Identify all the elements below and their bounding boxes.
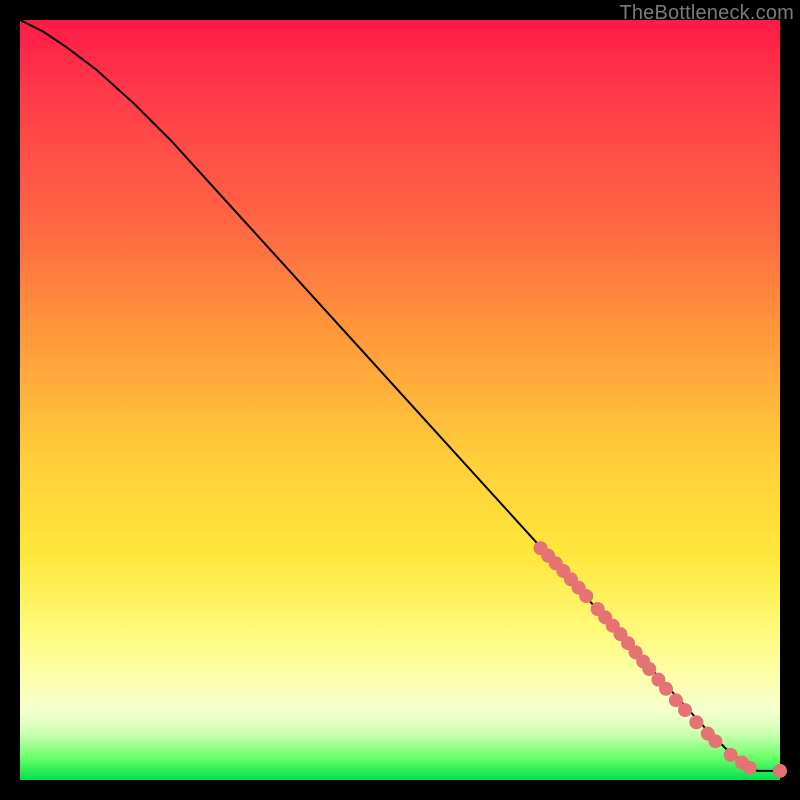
curve-markers [534,541,787,778]
data-marker [642,662,656,676]
data-marker [689,715,703,729]
curve-line [20,20,780,771]
data-marker [708,734,722,748]
data-marker [678,703,692,717]
data-marker [579,589,593,603]
watermark-text: TheBottleneck.com [619,2,794,25]
data-marker [724,748,738,762]
plot-area [20,20,780,780]
data-marker [743,761,757,775]
chart-stage: TheBottleneck.com [0,0,800,800]
data-marker [659,682,673,696]
data-marker [773,764,787,778]
chart-svg [20,20,780,780]
